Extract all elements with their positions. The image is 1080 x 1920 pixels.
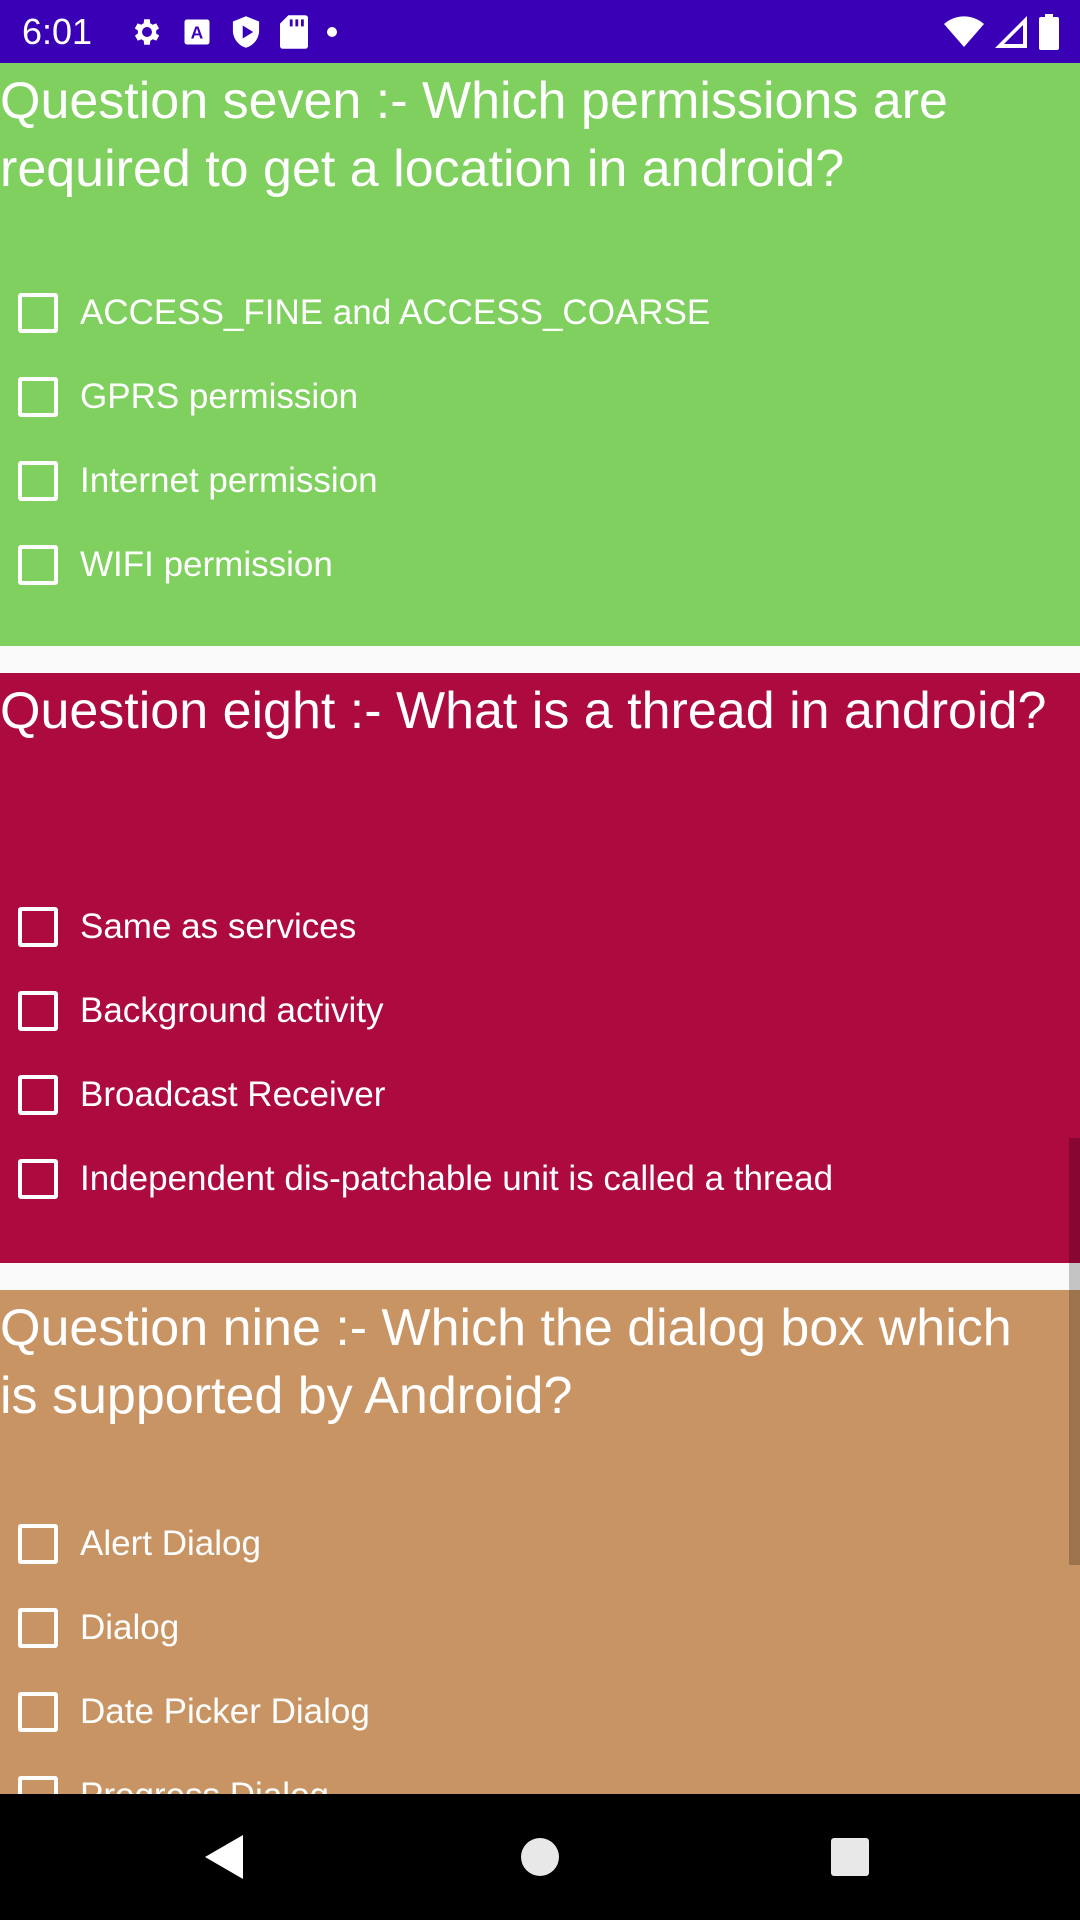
question-title: Question eight :- What is a thread in an… — [0, 682, 1047, 740]
option-label: Date Picker Dialog — [80, 1692, 370, 1731]
question-title: Question nine :- Which the dialog box wh… — [0, 1299, 1012, 1425]
option-checkbox[interactable]: Alert Dialog — [0, 1502, 1080, 1586]
checkbox-box[interactable] — [18, 1159, 58, 1199]
shield-play-icon — [230, 12, 262, 52]
option-checkbox[interactable]: WIFI permission — [0, 523, 1080, 607]
quiz-scroll-area[interactable]: Question seven :- Which permissions are … — [0, 63, 1080, 1794]
recents-button[interactable] — [790, 1794, 910, 1920]
status-right-icons — [934, 0, 1060, 63]
option-checkbox[interactable]: Broadcast Receiver — [0, 1053, 1080, 1137]
option-checkbox[interactable]: ACCESS_FINE and ACCESS_COARSE — [0, 271, 1080, 355]
option-checkbox[interactable]: Internet permission — [0, 439, 1080, 523]
gear-icon — [130, 12, 164, 52]
question-card-seven: Question seven :- Which permissions are … — [0, 63, 1080, 646]
option-checkbox[interactable]: Progress Dialog — [0, 1754, 1080, 1794]
checkbox-box[interactable] — [18, 545, 58, 585]
battery-icon — [1038, 12, 1060, 52]
options-list: Alert Dialog Dialog Date Picker Dialog P… — [0, 1502, 1080, 1794]
option-label: Internet permission — [80, 461, 378, 500]
option-label: Independent dis-patchable unit is called… — [80, 1159, 834, 1198]
recents-icon — [831, 1838, 869, 1876]
back-button[interactable] — [165, 1794, 285, 1920]
checkbox-box[interactable] — [18, 991, 58, 1031]
cell-signal-icon — [994, 12, 1028, 52]
option-label: Background activity — [80, 991, 384, 1030]
option-checkbox[interactable]: Dialog — [0, 1586, 1080, 1670]
checkbox-box[interactable] — [18, 907, 58, 947]
question-title: Question seven :- Which permissions are … — [0, 72, 948, 198]
question-card-eight: Question eight :- What is a thread in an… — [0, 673, 1080, 1263]
checkbox-box[interactable] — [18, 293, 58, 333]
dot-icon — [326, 12, 338, 52]
back-icon — [205, 1835, 243, 1879]
home-button[interactable] — [480, 1794, 600, 1920]
checkbox-box[interactable] — [18, 1524, 58, 1564]
option-label: GPRS permission — [80, 377, 359, 416]
option-checkbox[interactable]: GPRS permission — [0, 355, 1080, 439]
svg-text:A: A — [191, 22, 204, 42]
option-checkbox[interactable]: Background activity — [0, 969, 1080, 1053]
option-label: Progress Dialog — [80, 1776, 329, 1794]
option-checkbox[interactable]: Date Picker Dialog — [0, 1670, 1080, 1754]
option-checkbox[interactable]: Independent dis-patchable unit is called… — [0, 1137, 1080, 1221]
checkbox-box[interactable] — [18, 377, 58, 417]
sd-card-icon — [280, 12, 308, 52]
option-label: Alert Dialog — [80, 1524, 261, 1563]
checkbox-box[interactable] — [18, 1776, 58, 1794]
status-bar: 6:01 A — [0, 0, 1080, 63]
navigation-bar — [0, 1794, 1080, 1920]
home-icon — [521, 1838, 559, 1876]
wifi-icon — [944, 12, 984, 52]
app-a-icon: A — [182, 12, 212, 52]
checkbox-box[interactable] — [18, 1075, 58, 1115]
scrollbar-thumb[interactable] — [1069, 1138, 1080, 1565]
checkbox-box[interactable] — [18, 1692, 58, 1732]
option-checkbox[interactable]: Same as services — [0, 885, 1080, 969]
checkbox-box[interactable] — [18, 461, 58, 501]
question-card-nine: Question nine :- Which the dialog box wh… — [0, 1290, 1080, 1794]
option-label: WIFI permission — [80, 545, 333, 584]
checkbox-box[interactable] — [18, 1608, 58, 1648]
status-time: 6:01 — [22, 10, 93, 52]
option-label: Dialog — [80, 1608, 180, 1647]
option-label: ACCESS_FINE and ACCESS_COARSE — [80, 293, 711, 332]
options-list: Same as services Background activity Bro… — [0, 885, 1080, 1221]
option-label: Same as services — [80, 907, 357, 946]
options-list: ACCESS_FINE and ACCESS_COARSE GPRS permi… — [0, 271, 1080, 607]
option-label: Broadcast Receiver — [80, 1075, 386, 1114]
